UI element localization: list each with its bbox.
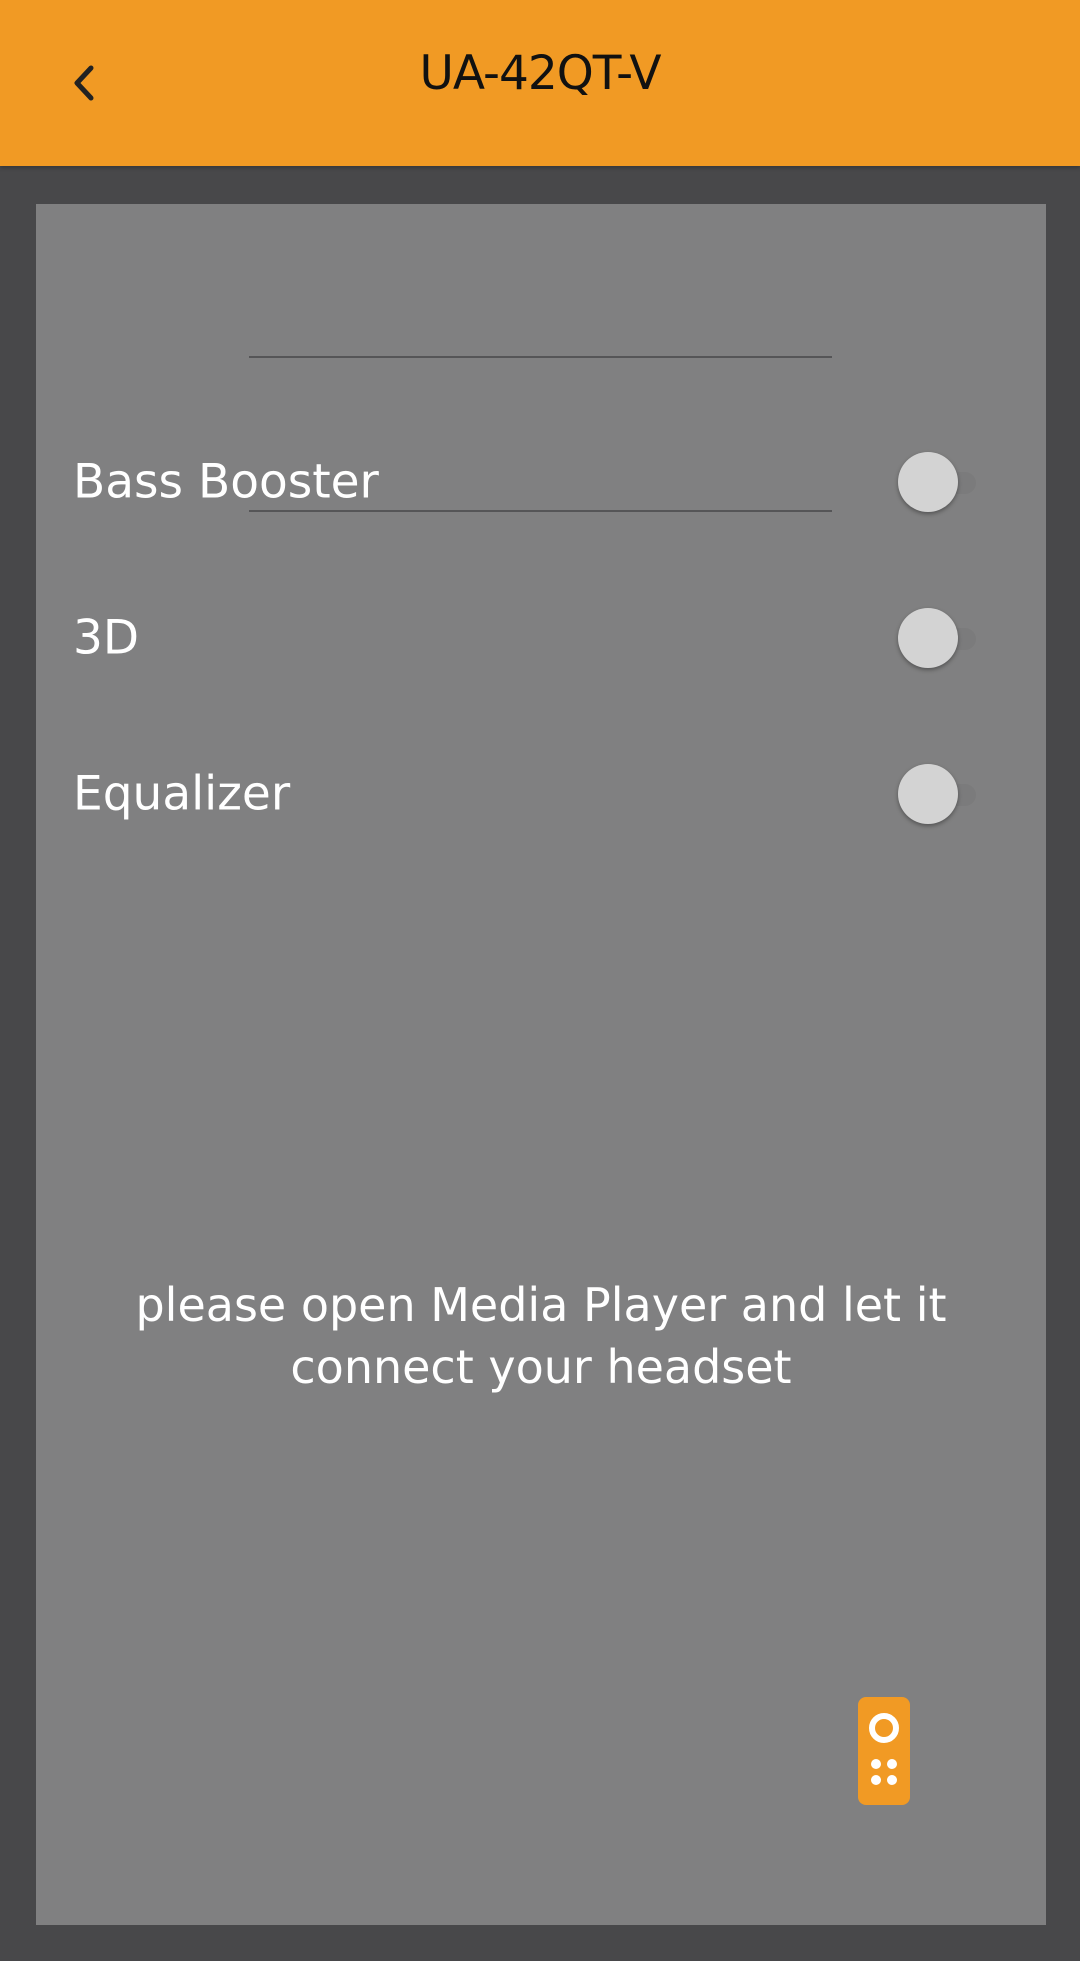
app-bar: UA-42QT-V	[0, 0, 1080, 166]
remote-control-icon	[858, 1697, 910, 1805]
divider	[249, 356, 832, 358]
divider	[249, 510, 832, 512]
page-title: UA-42QT-V	[419, 46, 661, 101]
toggle-thumb	[898, 764, 958, 824]
bass-booster-toggle[interactable]	[878, 450, 988, 514]
toggle-thumb	[898, 452, 958, 512]
remote-control-button[interactable]	[858, 1697, 910, 1805]
message-line-2: connect your headset	[290, 1340, 792, 1394]
3d-toggle[interactable]	[878, 606, 988, 670]
message-line-1: please open Media Player and let it	[135, 1278, 947, 1332]
bass-booster-label: Bass Booster	[73, 454, 379, 510]
setting-row-3d: 3D	[36, 578, 1046, 698]
connect-headset-message: please open Media Player and let it conn…	[36, 1274, 1046, 1398]
setting-row-bass-booster: Bass Booster	[36, 422, 1046, 542]
settings-panel: Bass Booster 3D Equalizer please open Me…	[36, 204, 1046, 1925]
equalizer-label: Equalizer	[73, 766, 291, 822]
3d-label: 3D	[73, 610, 140, 666]
setting-row-equalizer: Equalizer	[36, 734, 1046, 854]
equalizer-toggle[interactable]	[878, 762, 988, 826]
toggle-thumb	[898, 608, 958, 668]
